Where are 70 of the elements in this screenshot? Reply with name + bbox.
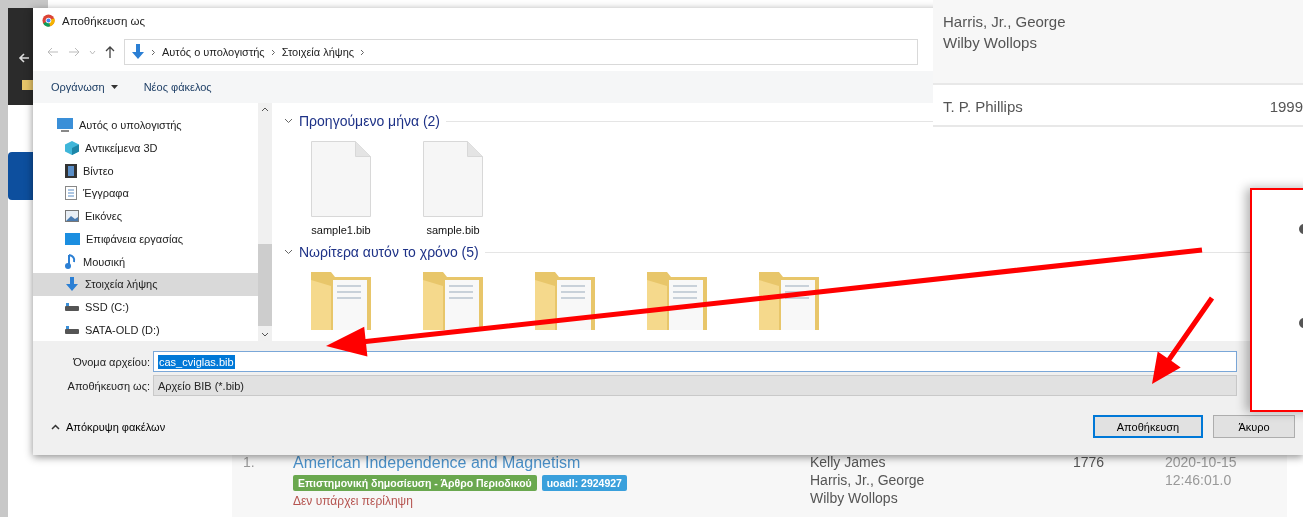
year-text: 1999	[1269, 98, 1303, 115]
collapse-chevron-icon[interactable]	[284, 249, 293, 255]
dialog-button[interactable]: Άκυρο	[1213, 415, 1295, 438]
field-label: Αποθήκευση ως:	[66, 379, 150, 392]
author-name: Harris, Jr., George	[943, 13, 1066, 30]
nav-item[interactable]: Αυτός ο υπολογιστής	[33, 114, 258, 137]
date-text: 2020-10-15	[1165, 454, 1237, 470]
file-name[interactable]: sample.bib	[426, 224, 480, 236]
file-name[interactable]: sample1.bib	[311, 224, 371, 236]
folder-icon[interactable]	[535, 272, 595, 330]
download-arrow-icon	[131, 44, 145, 60]
address-bar[interactable]: Αυτός ο υπολογιστής Στοιχεία λήψης	[124, 39, 918, 65]
author-name: Wilby Wollops	[943, 34, 1038, 51]
type-tag: Επιστημονική δημοσίευση - Άρθρο Περιοδικού	[293, 475, 537, 491]
folder-icon[interactable]	[423, 272, 483, 330]
toolbar-button[interactable]: Νέος φάκελος	[135, 79, 220, 95]
computer-icon	[57, 118, 73, 133]
chevron-icon	[270, 48, 276, 56]
back-arrow-icon[interactable]	[18, 52, 30, 64]
drive-icon	[65, 302, 79, 311]
result-number: 1.	[242, 454, 256, 472]
field-label: Όνομα αρχείου:	[72, 355, 150, 368]
collapse-chevron-icon[interactable]	[284, 118, 293, 124]
breadcrumb-item[interactable]: Στοιχεία λήψης	[281, 46, 355, 58]
up-arrow-icon[interactable]	[105, 46, 115, 58]
folder-icon[interactable]	[647, 272, 707, 330]
nav-item[interactable]: Βίντεο	[33, 159, 258, 183]
no-abstract-note: Δεν υπάρχει περίληψη	[293, 494, 414, 508]
picture-icon	[65, 210, 79, 223]
drive-icon	[65, 325, 79, 334]
window-title: Αποθήκευση ως	[62, 14, 145, 27]
toolbar-button[interactable]: Οργάνωση	[43, 79, 126, 95]
scroll-down-icon[interactable]	[261, 332, 269, 337]
chevron-icon	[151, 48, 156, 56]
author-name: T. P. Phillips	[943, 98, 1023, 115]
dialog-button[interactable]: Αποθήκευση	[1093, 415, 1203, 438]
hide-folders-button[interactable]: Απόκρυψη φακέλων	[45, 419, 172, 434]
nav-item[interactable]: Μουσική	[33, 250, 258, 273]
breadcrumb-item[interactable]: Αυτός ο υπολογιστής	[162, 46, 265, 58]
type-tag: uoadl: 2924927	[541, 475, 627, 491]
author-name: Wilby Wollops	[810, 490, 899, 506]
author-name: Kelly James	[810, 454, 887, 470]
file-name-field[interactable]: cas_cviglas.bib	[153, 351, 1237, 372]
film-icon	[65, 163, 77, 178]
nav-item[interactable]: Εικόνες	[33, 204, 258, 228]
group-header[interactable]: Νωρίτερα αυτόν το χρόνο (5)	[299, 244, 479, 260]
chevron-up-icon	[51, 423, 60, 430]
file-type-dropdown[interactable]: Αρχείο BIB (*.bib)	[153, 375, 1237, 396]
author-name: Harris, Jr., George	[810, 472, 926, 488]
nav-item[interactable]: Επιφάνεια εργασίας	[33, 227, 258, 251]
chevron-icon[interactable]	[360, 48, 366, 56]
document-icon	[65, 186, 77, 201]
folder-icon[interactable]	[22, 80, 34, 90]
cube-icon	[65, 141, 79, 156]
nav-item[interactable]: SATA-OLD (D:)	[33, 318, 258, 342]
music-note-icon	[65, 254, 77, 270]
browser-logo-icon	[42, 14, 55, 27]
folder-icon[interactable]	[759, 272, 819, 330]
scrollbar[interactable]	[258, 103, 272, 341]
nav-item[interactable]: Αντικείμενα 3D	[33, 136, 258, 160]
date-text: 12:46:01.0	[1165, 472, 1233, 488]
download-arrow-icon	[65, 276, 79, 292]
nav-item[interactable]: Έγγραφα	[33, 182, 258, 205]
nav-item[interactable]: Στοιχεία λήψης	[33, 272, 258, 296]
group-header[interactable]: Προηγούμενο μήνα (2)	[299, 113, 441, 129]
desktop-icon	[65, 232, 80, 245]
year-text: 1776	[1073, 454, 1106, 472]
caret-icon	[110, 85, 118, 89]
scroll-up-icon[interactable]	[261, 107, 269, 112]
nav-item[interactable]: SSD (C:)	[33, 295, 258, 319]
